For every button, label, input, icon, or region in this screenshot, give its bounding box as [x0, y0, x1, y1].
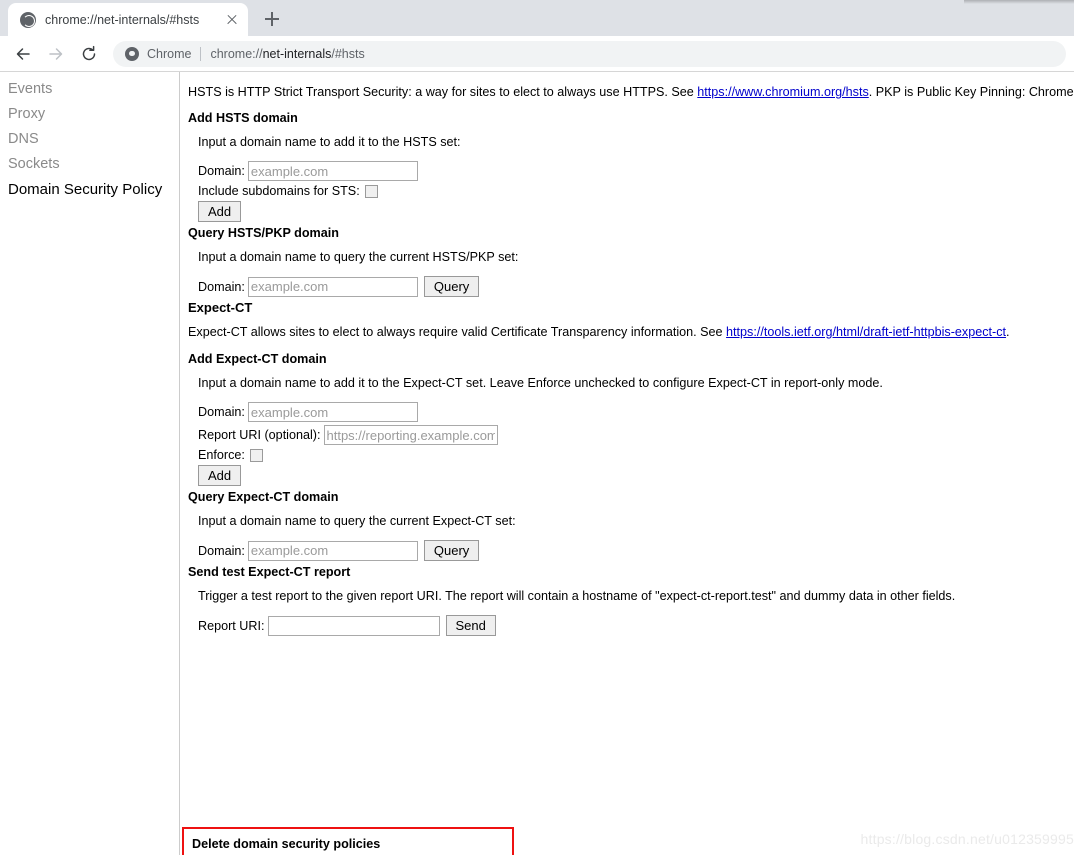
- main-content: HSTS is HTTP Strict Transport Security: …: [180, 72, 1074, 855]
- add-expect-ct-enforce-checkbox[interactable]: [249, 448, 263, 462]
- page-body: Events Proxy DNS Sockets Domain Security…: [0, 72, 1074, 855]
- sidebar: Events Proxy DNS Sockets Domain Security…: [0, 72, 180, 855]
- delete-policies-highlight-box: Delete domain security policies Input a …: [182, 827, 514, 855]
- query-expect-ct-description: Input a domain name to query the current…: [198, 514, 516, 528]
- add-expect-ct-report-uri-row: Report URI (optional):: [198, 425, 1074, 445]
- add-expect-ct-domain-label: Domain:: [198, 405, 245, 419]
- omnibox-url-prefix: chrome://: [210, 46, 263, 61]
- query-expect-ct-section: Input a domain name to query the current…: [188, 513, 1074, 561]
- expect-ct-text-before: Expect-CT allows sites to elect to alway…: [188, 325, 727, 339]
- expect-ct-heading: Expect-CT: [188, 300, 253, 315]
- add-hsts-subdomains-label: Include subdomains for STS:: [198, 184, 360, 198]
- tab-strip: chrome://net-internals/#hsts: [0, 0, 1074, 36]
- query-expect-ct-domain-row: Domain: Query: [198, 540, 1074, 561]
- sidebar-item-sockets[interactable]: Sockets: [0, 152, 179, 177]
- query-hsts-domain-input[interactable]: [247, 276, 418, 297]
- add-hsts-section: Input a domain name to add it to the HST…: [188, 134, 1074, 222]
- query-expect-ct-domain-label: Domain:: [198, 543, 245, 558]
- sidebar-item-proxy[interactable]: Proxy: [0, 102, 179, 127]
- add-expect-ct-enforce-label: Enforce:: [198, 448, 245, 462]
- add-expect-ct-description: Input a domain name to add it to the Exp…: [198, 376, 883, 390]
- add-expect-ct-domain-row: Domain:: [198, 402, 1074, 422]
- hsts-intro-text-before: HSTS is HTTP Strict Transport Security: …: [188, 85, 698, 99]
- add-hsts-button[interactable]: Add: [198, 201, 242, 222]
- omnibox-separator: [200, 46, 202, 61]
- add-hsts-subdomains-checkbox[interactable]: [364, 184, 378, 198]
- query-hsts-heading: Query HSTS/PKP domain: [188, 226, 339, 240]
- add-hsts-button-row: Add: [198, 201, 1074, 222]
- expect-ct-description: Expect-CT allows sites to elect to alway…: [188, 324, 1074, 340]
- reload-icon[interactable]: [74, 39, 104, 69]
- send-report-section: Trigger a test report to the given repor…: [188, 588, 1074, 636]
- add-hsts-description: Input a domain name to add it to the HST…: [198, 135, 461, 149]
- new-tab-button[interactable]: [258, 5, 286, 33]
- send-report-uri-row: Report URI: Send: [198, 615, 1074, 636]
- query-expect-ct-domain-input[interactable]: [247, 540, 418, 561]
- add-expect-ct-report-uri-label: Report URI (optional):: [198, 428, 321, 442]
- add-expect-ct-section: Input a domain name to add it to the Exp…: [188, 375, 1074, 486]
- add-expect-ct-heading: Add Expect-CT domain: [188, 352, 327, 366]
- hsts-intro-text-after: . PKP is Public Key Pinning: Chrome "pin…: [868, 85, 1074, 99]
- query-expect-ct-heading: Query Expect-CT domain: [188, 490, 339, 504]
- delete-policies-heading: Delete domain security policies: [192, 837, 381, 851]
- query-hsts-section: Input a domain name to query the current…: [188, 249, 1074, 297]
- tabstrip-shadow: [964, 0, 1074, 4]
- sidebar-item-domain-security-policy[interactable]: Domain Security Policy: [0, 177, 179, 202]
- browser-tab[interactable]: chrome://net-internals/#hsts: [8, 3, 248, 36]
- omnibox-url-suffix: /#hsts: [331, 46, 365, 61]
- add-hsts-subdomains-row: Include subdomains for STS:: [198, 184, 1074, 198]
- query-hsts-domain-row: Domain: Query: [198, 276, 1074, 297]
- send-report-uri-input[interactable]: [267, 615, 440, 636]
- omnibox-scheme-label: Chrome: [147, 46, 192, 61]
- add-expect-ct-report-uri-input[interactable]: [323, 425, 498, 445]
- add-hsts-heading: Add HSTS domain: [188, 111, 298, 125]
- browser-toolbar: Chrome chrome://net-internals/#hsts: [0, 36, 1074, 72]
- browser-window: chrome://net-internals/#hsts Chrome chro…: [0, 0, 1074, 856]
- omnibox-url: chrome://net-internals/#hsts: [210, 47, 364, 61]
- chromium-hsts-link[interactable]: https://www.chromium.org/hsts: [697, 85, 868, 99]
- add-expect-ct-enforce-row: Enforce:: [198, 448, 1074, 462]
- add-expect-ct-domain-input[interactable]: [247, 402, 418, 422]
- add-hsts-domain-input[interactable]: [247, 161, 418, 181]
- close-icon[interactable]: [224, 12, 240, 28]
- add-expect-ct-button-row: Add: [198, 465, 1074, 486]
- chrome-logo-icon: [125, 46, 139, 61]
- expect-ct-spec-link[interactable]: https://tools.ietf.org/html/draft-ietf-h…: [726, 325, 1006, 339]
- omnibox-url-main: net-internals: [262, 46, 332, 61]
- query-expect-ct-button[interactable]: Query: [423, 540, 480, 561]
- send-report-button[interactable]: Send: [445, 615, 496, 636]
- query-hsts-domain-label: Domain:: [198, 279, 245, 294]
- globe-icon: [20, 11, 36, 28]
- watermark: https://blog.csdn.net/u012359995: [860, 831, 1074, 847]
- hsts-intro-paragraph: HSTS is HTTP Strict Transport Security: …: [188, 84, 1074, 100]
- add-hsts-domain-row: Domain:: [198, 161, 1074, 181]
- send-report-heading: Send test Expect-CT report: [188, 565, 351, 579]
- tab-title: chrome://net-internals/#hsts: [45, 12, 200, 27]
- send-report-uri-label: Report URI:: [198, 618, 265, 633]
- sidebar-item-events[interactable]: Events: [0, 77, 179, 102]
- query-hsts-button[interactable]: Query: [423, 276, 480, 297]
- address-bar[interactable]: Chrome chrome://net-internals/#hsts: [113, 40, 1066, 67]
- add-hsts-domain-label: Domain:: [198, 164, 245, 178]
- back-arrow-icon[interactable]: [8, 39, 38, 69]
- expect-ct-text-after: .: [1006, 325, 1010, 339]
- send-report-description: Trigger a test report to the given repor…: [198, 589, 956, 603]
- add-expect-ct-button[interactable]: Add: [198, 465, 242, 486]
- query-hsts-description: Input a domain name to query the current…: [198, 250, 519, 264]
- sidebar-item-dns[interactable]: DNS: [0, 127, 179, 152]
- forward-arrow-icon[interactable]: [41, 39, 71, 69]
